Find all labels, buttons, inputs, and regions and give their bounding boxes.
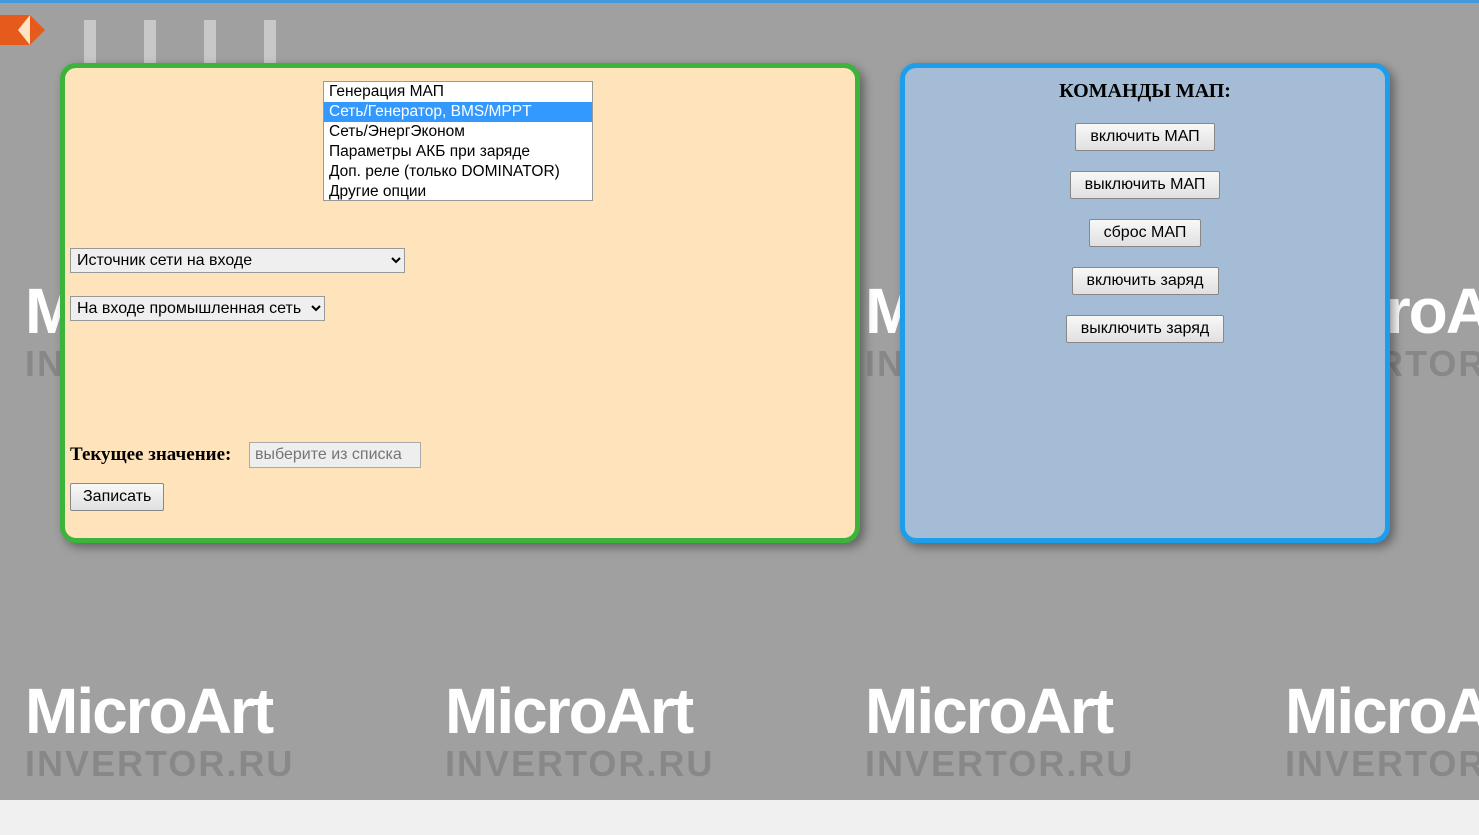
save-button[interactable]: Записать [70,483,164,511]
current-value-input [249,442,421,468]
list-item[interactable]: Сеть/Генератор, BMS/MPPT [324,102,592,122]
ribbon-icon [0,15,30,45]
commands-title: КОМАНДЫ МАП: [917,80,1373,103]
value-select[interactable]: На входе промышленная сеть [70,296,325,321]
parameter-select[interactable]: Источник сети на входе [70,248,405,273]
category-listbox[interactable]: Генерация МАП Сеть/Генератор, BMS/MPPT С… [323,81,593,201]
list-item[interactable]: Параметры АКБ при заряде [324,142,592,162]
commands-panel: КОМАНДЫ МАП: включить МАП выключить МАП … [900,63,1390,543]
map-on-button[interactable]: включить МАП [1075,123,1214,151]
top-bar [0,0,1479,3]
map-reset-button[interactable]: сброс МАП [1089,219,1202,247]
current-value-label: Текущее значение: [70,444,231,466]
list-item[interactable]: Генерация МАП [324,82,592,102]
list-item[interactable]: Доп. реле (только DOMINATOR) [324,162,592,182]
charge-on-button[interactable]: включить заряд [1072,267,1219,295]
list-item[interactable]: Другие опции [324,182,592,201]
map-off-button[interactable]: выключить МАП [1070,171,1221,199]
settings-panel: Генерация МАП Сеть/Генератор, BMS/MPPT С… [60,63,860,543]
list-item[interactable]: Сеть/ЭнергЭконом [324,122,592,142]
charge-off-button[interactable]: выключить заряд [1066,315,1225,343]
